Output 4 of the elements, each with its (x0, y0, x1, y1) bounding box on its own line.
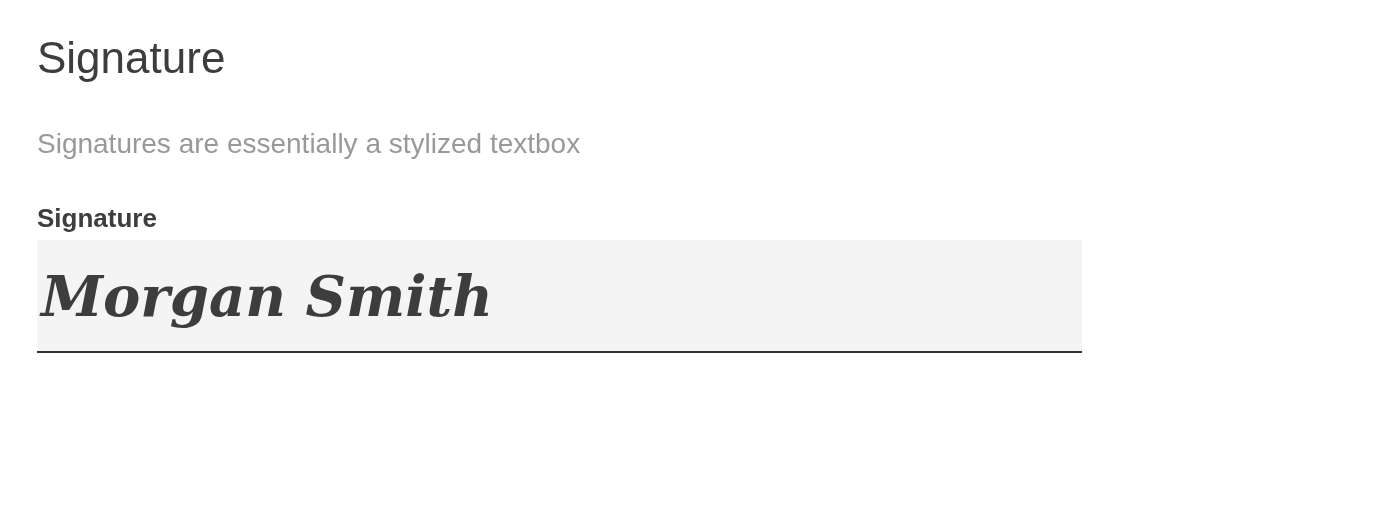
page-title: Signature (37, 32, 226, 84)
page-description: Signatures are essentially a stylized textbox (37, 127, 581, 161)
field-label: Signature (37, 202, 157, 234)
signature-field[interactable]: Morgan Smith (37, 240, 1082, 353)
